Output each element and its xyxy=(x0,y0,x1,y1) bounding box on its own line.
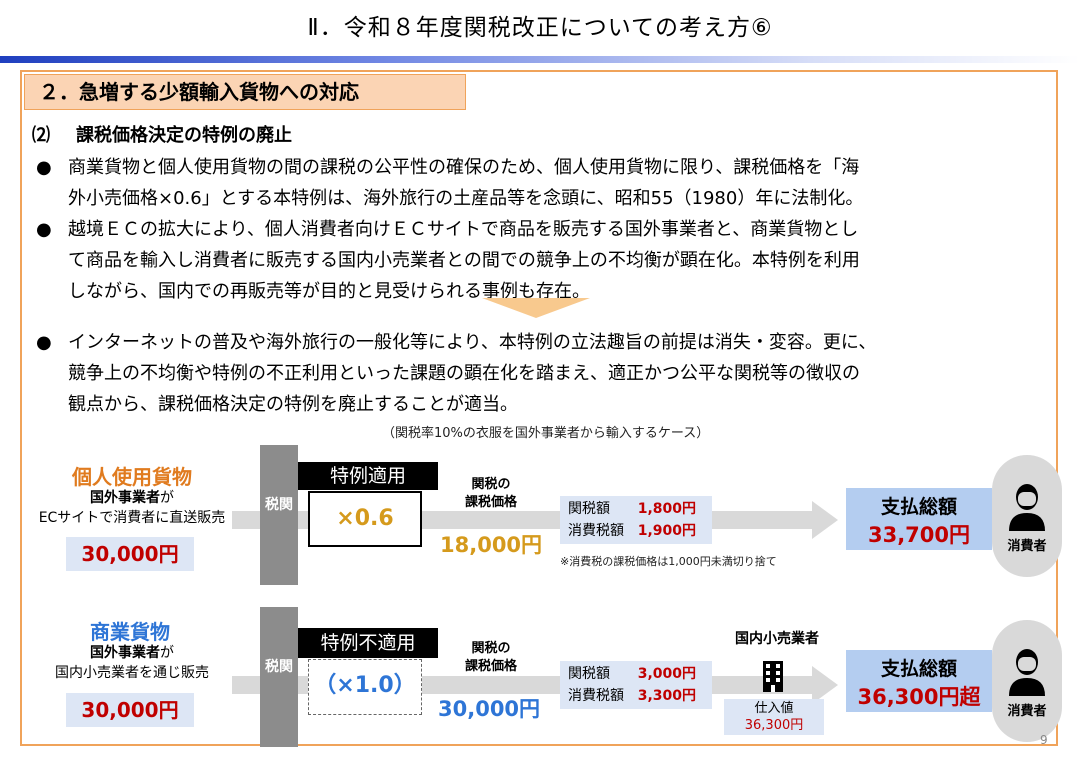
seller-line: 国外事業者が xyxy=(22,642,242,662)
seller-bold: 国外事業者 xyxy=(90,490,160,506)
bullet-line: インターネットの普及や海外旅行の一般化等により、本特例の立法趣旨の前提は消失・変… xyxy=(68,332,877,353)
payment-label: 支払総額 xyxy=(880,658,957,680)
consumer-badge: 消費者 xyxy=(992,455,1062,577)
subsection-heading: ⑵ 課税価格決定の特例の廃止 xyxy=(32,121,292,147)
category-commercial: 商業貨物 xyxy=(90,620,170,644)
taxable-label: 関税の 課税価格 xyxy=(454,640,528,676)
customs-label: 税関 xyxy=(265,659,293,675)
subsection-number: ⑵ xyxy=(32,125,50,146)
customs-label: 税関 xyxy=(265,497,293,513)
consumer-label: 消費者 xyxy=(1007,704,1047,719)
section-heading: ２．急増する少額輸入貨物への対応 xyxy=(24,74,466,110)
bullet-item: ● 越境ＥＣの拡大により、個人消費者向けＥＣサイトで商品を販売する国外事業者と、… xyxy=(36,214,1056,307)
payment-total-box: 支払総額 36,300円超 xyxy=(846,650,992,712)
bullet-item: ● 商業貨物と個人使用貨物の間の課税の公平性の確保のため、個人使用貨物に限り、課… xyxy=(36,152,1056,214)
taxable-label-line: 課税価格 xyxy=(464,659,517,674)
payment-label: 支払総額 xyxy=(880,496,957,518)
rule-label: 特例適用 xyxy=(298,462,438,490)
purchase-price-box: 仕入値 36,300円 xyxy=(724,699,824,735)
bullet-dot: ● xyxy=(36,157,52,178)
page-number: 9 xyxy=(1040,733,1048,747)
person-icon xyxy=(1009,484,1045,531)
consumption-tax-label: 消費税額 xyxy=(568,523,624,539)
building-icon xyxy=(763,661,783,692)
customs-duty-value: 3,000円 xyxy=(637,666,696,682)
seller-line: 国外事業者が xyxy=(22,487,242,507)
consumer-badge: 消費者 xyxy=(992,620,1062,742)
bullet-text: インターネットの普及や海外旅行の一般化等により、本特例の立法趣旨の前提は消失・変… xyxy=(68,327,1058,420)
taxable-value: 18,000円 xyxy=(440,533,543,557)
seller-bold: 国外事業者 xyxy=(90,645,160,661)
customs-duty-row: 関税額 3,000円 xyxy=(568,663,704,685)
taxable-label-line: 関税の xyxy=(471,641,511,656)
flow-arrow-head-icon xyxy=(812,501,838,539)
retail-price: 30,000円 xyxy=(66,537,194,571)
retail-price: 30,000円 xyxy=(66,693,194,727)
purchase-value: 36,300円 xyxy=(744,718,804,733)
bullet-line: 外小売価格×0.6」とする本特例は、海外旅行の土産品等を念頭に、昭和55（198… xyxy=(68,188,864,209)
taxable-label: 関税の 課税価格 xyxy=(454,476,528,512)
bullet-line: 競争上の不均衡や特例の不正利用といった課題の顕在化を踏まえ、適正かつ公平な関税等… xyxy=(68,363,860,384)
taxable-value: 30,000円 xyxy=(438,697,541,721)
customs-pillar: 税関 xyxy=(260,607,298,747)
bullet-dot: ● xyxy=(36,219,52,240)
consumption-tax-row: 消費税額 3,300円 xyxy=(568,685,704,707)
bullet-line: て商品を輸入し消費者に販売する国内小売業者との間での競争上の不均衡が顕在化。本特… xyxy=(68,250,860,271)
tax-breakdown: 関税額 3,000円 消費税額 3,300円 xyxy=(560,661,712,709)
bullet-text: 越境ＥＣの拡大により、個人消費者向けＥＣサイトで商品を販売する国外事業者と、商業… xyxy=(68,214,1058,307)
category-personal: 個人使用貨物 xyxy=(72,465,192,489)
customs-duty-value: 1,800円 xyxy=(637,501,696,517)
rule-label: 特例不適用 xyxy=(298,628,438,658)
customs-duty-row: 関税額 1,800円 xyxy=(568,498,704,520)
rounding-note: ※消費税の課税価格は1,000円未満切り捨て xyxy=(560,555,777,568)
consumption-tax-row: 消費税額 1,900円 xyxy=(568,520,704,542)
bullet-line: 商業貨物と個人使用貨物の間の課税の公平性の確保のため、個人使用貨物に限り、課税価… xyxy=(68,157,860,178)
bullet-text: 商業貨物と個人使用貨物の間の課税の公平性の確保のため、個人使用貨物に限り、課税価… xyxy=(68,152,1058,214)
consumer-label: 消費者 xyxy=(1007,539,1047,554)
customs-duty-label: 関税額 xyxy=(568,666,610,682)
retailer-label: 国内小売業者 xyxy=(735,631,819,647)
tax-breakdown: 関税額 1,800円 消費税額 1,900円 xyxy=(560,496,712,544)
title-underline xyxy=(0,56,1080,63)
sales-channel: 国内小売業者を通じ販売 xyxy=(55,665,209,681)
customs-pillar: 税関 xyxy=(260,445,298,585)
seller-particle: が xyxy=(160,490,174,506)
bullet-line: 越境ＥＣの拡大により、個人消費者向けＥＣサイトで商品を販売する国外事業者と、商業… xyxy=(68,219,859,240)
taxable-label-line: 関税の xyxy=(471,477,511,492)
customs-duty-label: 関税額 xyxy=(568,501,610,517)
bullet-line: 観点から、課税価格決定の特例を廃止することが適当。 xyxy=(68,394,518,415)
taxable-label-line: 課税価格 xyxy=(464,495,517,510)
payment-value: 33,700円 xyxy=(867,523,971,547)
multiplier-box: ×0.6 xyxy=(308,491,422,547)
consumption-tax-value: 1,900円 xyxy=(637,523,696,539)
bullet-dot: ● xyxy=(36,332,52,353)
person-icon xyxy=(1009,649,1045,696)
payment-value: 36,300円超 xyxy=(857,685,981,709)
down-arrow-icon xyxy=(482,298,590,318)
case-note: （関税率10%の衣服を国外事業者から輸入するケース） xyxy=(382,426,710,441)
subsection-label: 課税価格決定の特例の廃止 xyxy=(76,125,292,146)
seller-particle: が xyxy=(160,645,174,661)
multiplier-box: （×1.0） xyxy=(308,659,422,715)
payment-total-box: 支払総額 33,700円 xyxy=(846,488,992,550)
purchase-label: 仕入値 xyxy=(754,701,794,716)
consumption-tax-value: 3,300円 xyxy=(637,688,696,704)
consumption-tax-label: 消費税額 xyxy=(568,688,624,704)
bullet-item: ● インターネットの普及や海外旅行の一般化等により、本特例の立法趣旨の前提は消失… xyxy=(36,327,1056,420)
page-title: Ⅱ．令和８年度関税改正についての考え方⑥ xyxy=(307,15,773,41)
sales-channel: ECサイトで消費者に直送販売 xyxy=(38,510,226,526)
